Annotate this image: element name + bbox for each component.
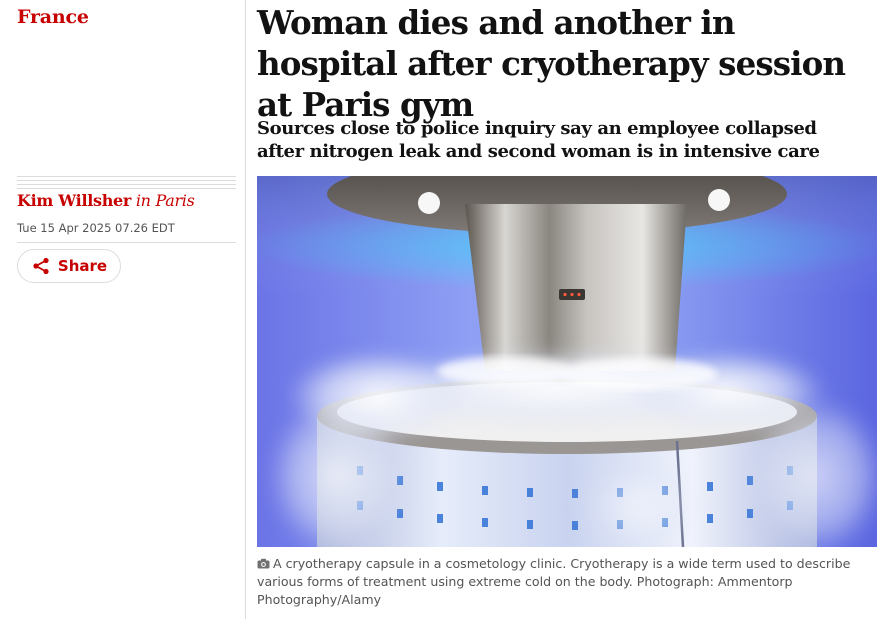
meta-divider-lines [17, 176, 236, 192]
share-icon [31, 256, 51, 276]
byline-location: in Paris [135, 191, 195, 210]
byline: Kim Willsher in Paris [17, 191, 195, 210]
article-meta-column: France Kim Willsher in Paris Tue 15 Apr … [0, 0, 246, 619]
section-link-france[interactable]: France [17, 6, 89, 28]
share-label: Share [57, 257, 108, 275]
standfirst: Sources close to police inquiry say an e… [257, 118, 820, 162]
headline: Woman dies and another in hospital after… [257, 3, 846, 124]
image-caption: A cryotherapy capsule in a cosmetology c… [257, 555, 869, 609]
image-caption-text: A cryotherapy capsule in a cosmetology c… [257, 556, 851, 607]
meta-divider [17, 242, 236, 243]
camera-icon [257, 556, 270, 569]
publish-date: Tue 15 Apr 2025 07.26 EDT [17, 221, 175, 235]
byline-author-link[interactable]: Kim Willsher [17, 191, 131, 210]
article-main-image[interactable] [257, 176, 877, 547]
share-button[interactable]: Share [17, 249, 121, 283]
